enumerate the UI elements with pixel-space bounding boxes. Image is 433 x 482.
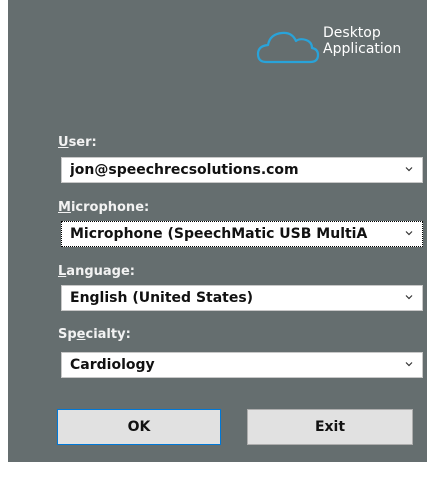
chevron-down-icon [405, 167, 413, 172]
specialty-label: Specialty: [58, 327, 131, 342]
specialty-select[interactable]: Cardiology [61, 352, 423, 378]
language-label: Language: [58, 264, 135, 279]
microphone-value: Microphone (SpeechMatic USB MultiA [70, 226, 368, 242]
user-select[interactable]: jon@speechrecsolutions.com [61, 157, 423, 183]
user-label: User: [58, 135, 97, 150]
user-value: jon@speechrecsolutions.com [70, 162, 299, 178]
app-logo-text: Desktop Application [323, 25, 401, 57]
microphone-label: Microphone: [58, 200, 150, 215]
chevron-down-icon [405, 231, 413, 236]
logo-line-1: Desktop [323, 25, 381, 41]
microphone-select[interactable]: Microphone (SpeechMatic USB MultiA [61, 221, 423, 247]
chevron-down-icon [405, 295, 413, 300]
language-value: English (United States) [70, 290, 254, 306]
dialog-panel: Desktop Application User: jon@speechrecs… [8, 0, 427, 462]
exit-button[interactable]: Exit [247, 409, 413, 445]
ok-button[interactable]: OK [57, 409, 221, 445]
specialty-value: Cardiology [70, 357, 155, 373]
chevron-down-icon [405, 362, 413, 367]
language-select[interactable]: English (United States) [61, 285, 423, 311]
cloud-icon [256, 31, 320, 64]
logo-line-2: Application [323, 41, 402, 57]
